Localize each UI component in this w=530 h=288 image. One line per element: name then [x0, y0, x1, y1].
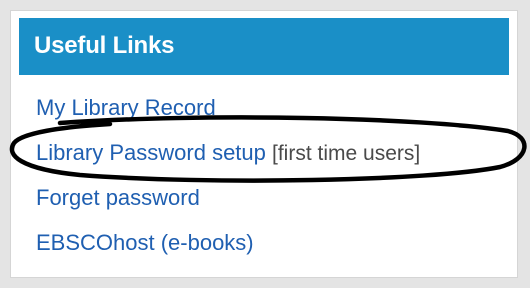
useful-links-list: My Library Record Library Password setup…	[36, 93, 420, 273]
list-item: Library Password setup [first time users…	[36, 138, 420, 183]
useful-links-panel: Useful Links My Library Record Library P…	[10, 10, 518, 278]
list-item: My Library Record	[36, 93, 420, 138]
first-time-users-note: [first time users]	[272, 142, 421, 165]
library-password-setup-link[interactable]: Library Password setup	[36, 140, 266, 165]
ebscohost-ebooks-link[interactable]: EBSCOhost (e-books)	[36, 230, 254, 255]
forget-password-link[interactable]: Forget password	[36, 185, 200, 210]
my-library-record-link[interactable]: My Library Record	[36, 95, 216, 120]
panel-title: Useful Links	[34, 32, 175, 59]
panel-header: Useful Links	[19, 18, 509, 75]
screenshot-frame: Useful Links My Library Record Library P…	[0, 0, 530, 288]
list-item: Forget password	[36, 183, 420, 228]
list-item: EBSCOhost (e-books)	[36, 228, 420, 273]
